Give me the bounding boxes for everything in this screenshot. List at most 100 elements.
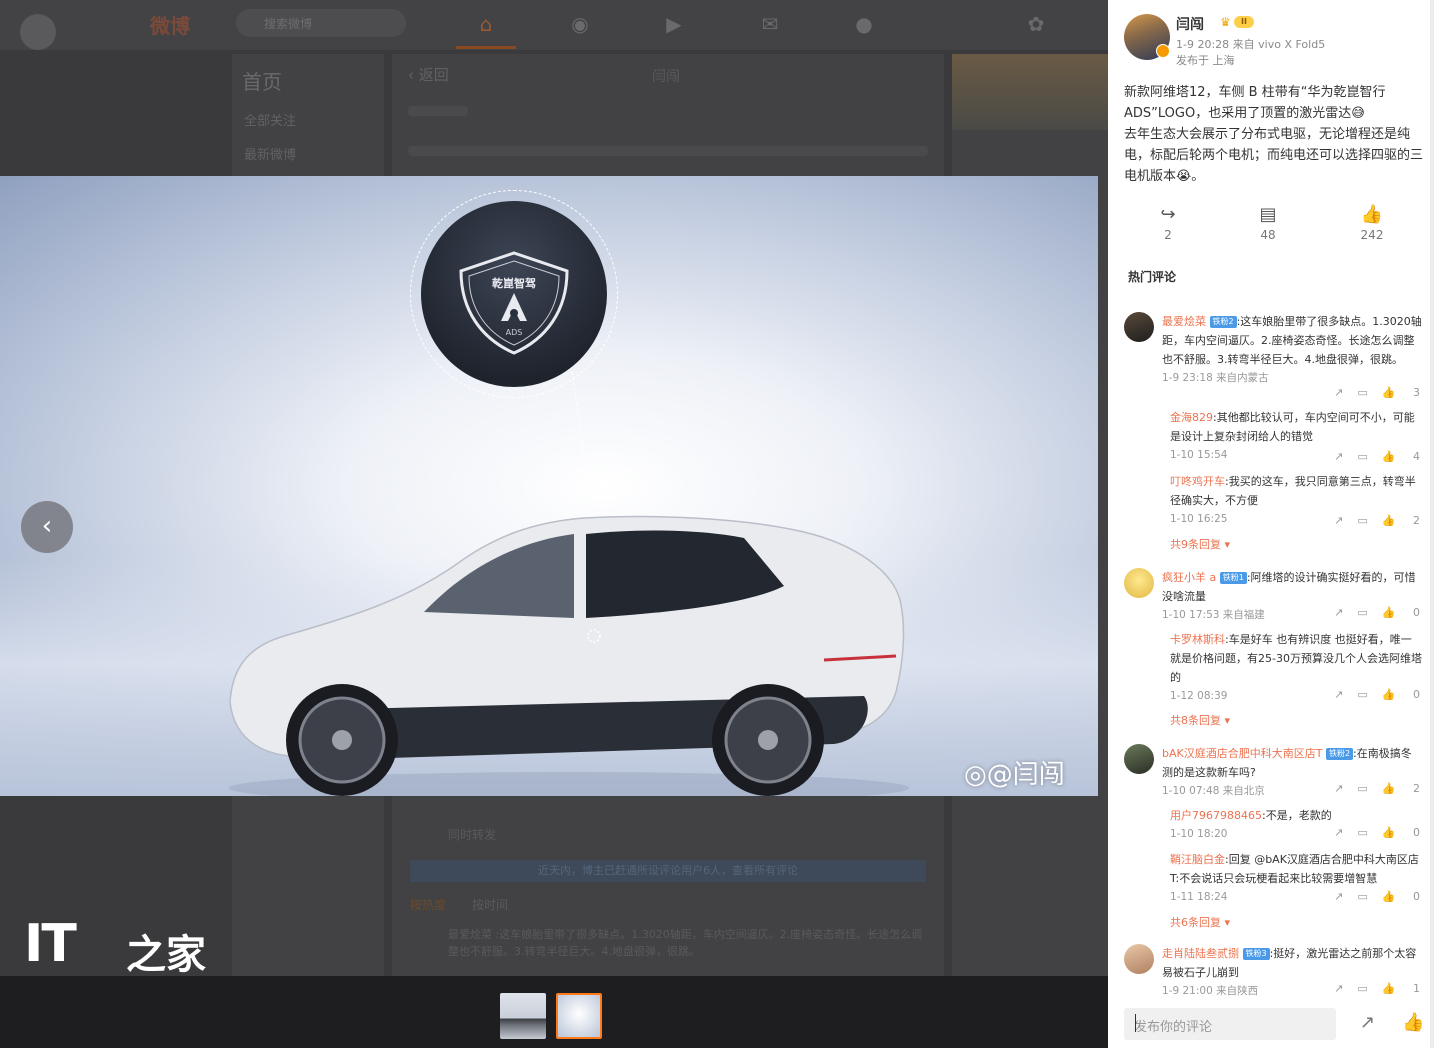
reply-icon[interactable]: ▭ — [1357, 782, 1367, 795]
bg-search-input: 搜索微博 — [236, 9, 406, 37]
reply-user[interactable]: 金海829 — [1170, 411, 1213, 424]
bg-profile-banner — [952, 54, 1108, 130]
bg-sort-hot: 按热度 — [410, 898, 447, 912]
reply-icon[interactable]: ▭ — [1357, 606, 1367, 619]
panel-scrollbar[interactable] — [1430, 0, 1434, 1048]
share-icon[interactable]: ↗ — [1334, 688, 1343, 701]
video-icon: ▶ — [666, 12, 682, 36]
like-icon[interactable]: 👍 1 — [1382, 982, 1420, 995]
verified-icon — [1156, 44, 1170, 58]
comment-avatar[interactable] — [1124, 568, 1154, 598]
share-icon[interactable]: ↗ — [1334, 826, 1343, 839]
fan-tag: 铁粉2 — [1325, 748, 1354, 760]
comment-item: 疯狂小羊 a 铁粉1:阿维塔的设计确实挺好看的，可惜没啥流量 1-10 17:5… — [1124, 568, 1422, 728]
share-icon[interactable]: ↗ — [1334, 890, 1343, 903]
like-icon[interactable]: 👍 0 — [1382, 890, 1420, 903]
reply-icon[interactable]: ▭ — [1357, 688, 1367, 701]
thumbnail-image-2-active[interactable] — [556, 993, 602, 1039]
reply-actions: ↗ ▭ 👍 0 — [1320, 826, 1420, 839]
post-meta: 1-9 20:28 来自 vivo X Fold5 — [1176, 38, 1326, 51]
prev-image-button[interactable]: ‹ — [21, 501, 73, 553]
comment-item: bAK汉庭酒店合肥中科大南区店T 铁粉2:在南极搞冬测的是这款新车吗? 1-10… — [1124, 744, 1420, 930]
reply-actions: ↗ ▭ 👍 2 — [1320, 514, 1420, 527]
mail-icon: ✉ — [761, 12, 779, 36]
like-icon[interactable]: 👍 2 — [1382, 782, 1420, 795]
bg-comment-text: 最爱烩菜 :这车娘胎里带了很多缺点。1.3020轴距，车内空间逼仄。2.座椅姿态… — [448, 928, 923, 958]
like-icon[interactable]: 👍 0 — [1382, 606, 1420, 619]
reply-icon[interactable]: ▭ — [1357, 982, 1367, 995]
bg-text-line — [408, 106, 468, 116]
chevron-left-icon: ‹ — [41, 511, 53, 541]
comment-button[interactable]: ▤ 48 — [1238, 204, 1298, 242]
author-name[interactable]: 闫闯 — [1176, 14, 1204, 34]
comment-avatar[interactable] — [1124, 744, 1154, 774]
post-location: 发布于 上海 — [1176, 54, 1235, 67]
comment-actions: ↗ ▭ 👍 0 — [1320, 606, 1420, 619]
bg-notice-banner: 近天内，博主已赶通所设评论用户6人，查看所有评论 — [410, 860, 926, 882]
ads-badge: 乾崑智驾 ADS — [421, 201, 607, 387]
car-illustration — [229, 515, 909, 796]
comment-user[interactable]: 最爱烩菜 — [1162, 315, 1206, 328]
reply-user[interactable]: 用户7967988465 — [1170, 809, 1262, 822]
like-icon[interactable]: 👍 0 — [1382, 688, 1420, 701]
badge-sub-text: ADS — [506, 328, 523, 337]
more-replies-link[interactable]: 共6条回复 ▾ — [1170, 914, 1230, 930]
bg-comment-area: 同时转发 近天内，博主已赶通所设评论用户6人，查看所有评论 按热度 按时间 最爱… — [392, 796, 944, 976]
share-button[interactable]: ↪ 2 — [1138, 204, 1198, 242]
comment-input[interactable]: 发布你的评论 — [1124, 1008, 1336, 1040]
comment-user[interactable]: 疯狂小羊 a — [1162, 571, 1216, 584]
reply-icon[interactable]: ▭ — [1357, 386, 1367, 399]
comment-avatar[interactable] — [1124, 944, 1154, 974]
like-icon[interactable]: 👍 3 — [1382, 386, 1420, 399]
thumbs-up-icon[interactable]: 👍 — [1402, 1012, 1424, 1033]
badge-text: 乾崑智驾 — [492, 276, 536, 290]
comment-item: 最爱烩菜 铁粉2:这车娘胎里带了很多缺点。1.3020轴距，车内空间逼仄。2.座… — [1124, 312, 1422, 552]
comment-actions: ↗ ▭ 👍 2 — [1320, 782, 1420, 795]
bg-top-nav: 微博 搜索微博 ⌂ ◉ ▶ ✉ ● ✿ — [0, 0, 1108, 50]
reply-icon[interactable]: ▭ — [1357, 826, 1367, 839]
bg-text-line — [408, 146, 928, 156]
post-paragraph: 去年生态大会展示了分布式电驱，无论增程还是纯电，标配后轮两个电机；而纯电还可以选… — [1124, 127, 1424, 184]
comment-user[interactable]: bAK汉庭酒店合肥中科大南区店T — [1162, 747, 1322, 760]
fan-tag: 铁粉2 — [1209, 316, 1237, 328]
share-icon[interactable]: ↗ — [1334, 782, 1343, 795]
comment-avatar[interactable] — [1124, 312, 1154, 342]
like-button[interactable]: 👍 242 — [1342, 204, 1402, 242]
bg-sidebar-item: 全部关注 — [244, 114, 297, 129]
thumbnail-image-1[interactable] — [500, 993, 546, 1039]
share-icon[interactable]: ↗ — [1334, 606, 1343, 619]
comment-actions: ↗ ▭ 👍 3 — [1320, 386, 1420, 399]
ads-badge-callout: 乾崑智驾 ADS — [410, 190, 618, 398]
reply-icon[interactable]: ▭ — [1357, 890, 1367, 903]
comment-user[interactable]: 走肖陆陆叁贰捌 — [1162, 947, 1239, 960]
share-icon[interactable]: ↗ — [1334, 982, 1343, 995]
share-icon[interactable]: ↗ — [1360, 1012, 1375, 1033]
ads-shield-icon: 乾崑智驾 ADS — [459, 251, 569, 355]
comment-item: 走肖陆陆叁贰捌 铁粉3:挺好，激光雷达之前那个太容易被石子儿崩到 1-9 21:… — [1124, 944, 1420, 1000]
like-icon[interactable]: 👍 4 — [1382, 450, 1420, 463]
share-count: 2 — [1164, 228, 1172, 242]
bg-settings-icon: ✿ — [1027, 12, 1045, 36]
fan-tag: 铁粉3 — [1242, 948, 1270, 960]
reply-icon[interactable]: ▭ — [1357, 450, 1367, 463]
weibo-watermark-icon: ◎ — [964, 760, 987, 790]
reply-icon[interactable]: ▭ — [1357, 514, 1367, 527]
more-replies-link[interactable]: 共8条回复 ▾ — [1170, 712, 1230, 728]
nav-active-indicator — [456, 46, 516, 49]
ithome-it: IT — [24, 914, 77, 974]
reply-user[interactable]: 叮咚鸡开车 — [1170, 475, 1225, 488]
share-icon[interactable]: ↗ — [1334, 386, 1343, 399]
reply-user[interactable]: 卡罗林斯科 — [1170, 633, 1225, 646]
fan-tag: 铁粉1 — [1219, 572, 1247, 584]
comment-icon: ▤ — [1259, 204, 1277, 225]
share-icon[interactable]: ↗ — [1334, 514, 1343, 527]
like-icon[interactable]: 👍 0 — [1382, 826, 1420, 839]
more-replies-link[interactable]: 共9条回复 ▾ — [1170, 536, 1230, 552]
reply-user[interactable]: 鞘汪脑白金 — [1170, 853, 1225, 866]
reply-actions: ↗ ▭ 👍 4 — [1320, 450, 1420, 463]
like-icon[interactable]: 👍 2 — [1382, 514, 1420, 527]
share-icon[interactable]: ↗ — [1334, 450, 1343, 463]
bg-sidebar-item: 最新微博 — [244, 148, 297, 163]
thumbs-up-icon: 👍 — [1360, 204, 1384, 225]
bg-home-title: 首页 — [242, 70, 282, 94]
